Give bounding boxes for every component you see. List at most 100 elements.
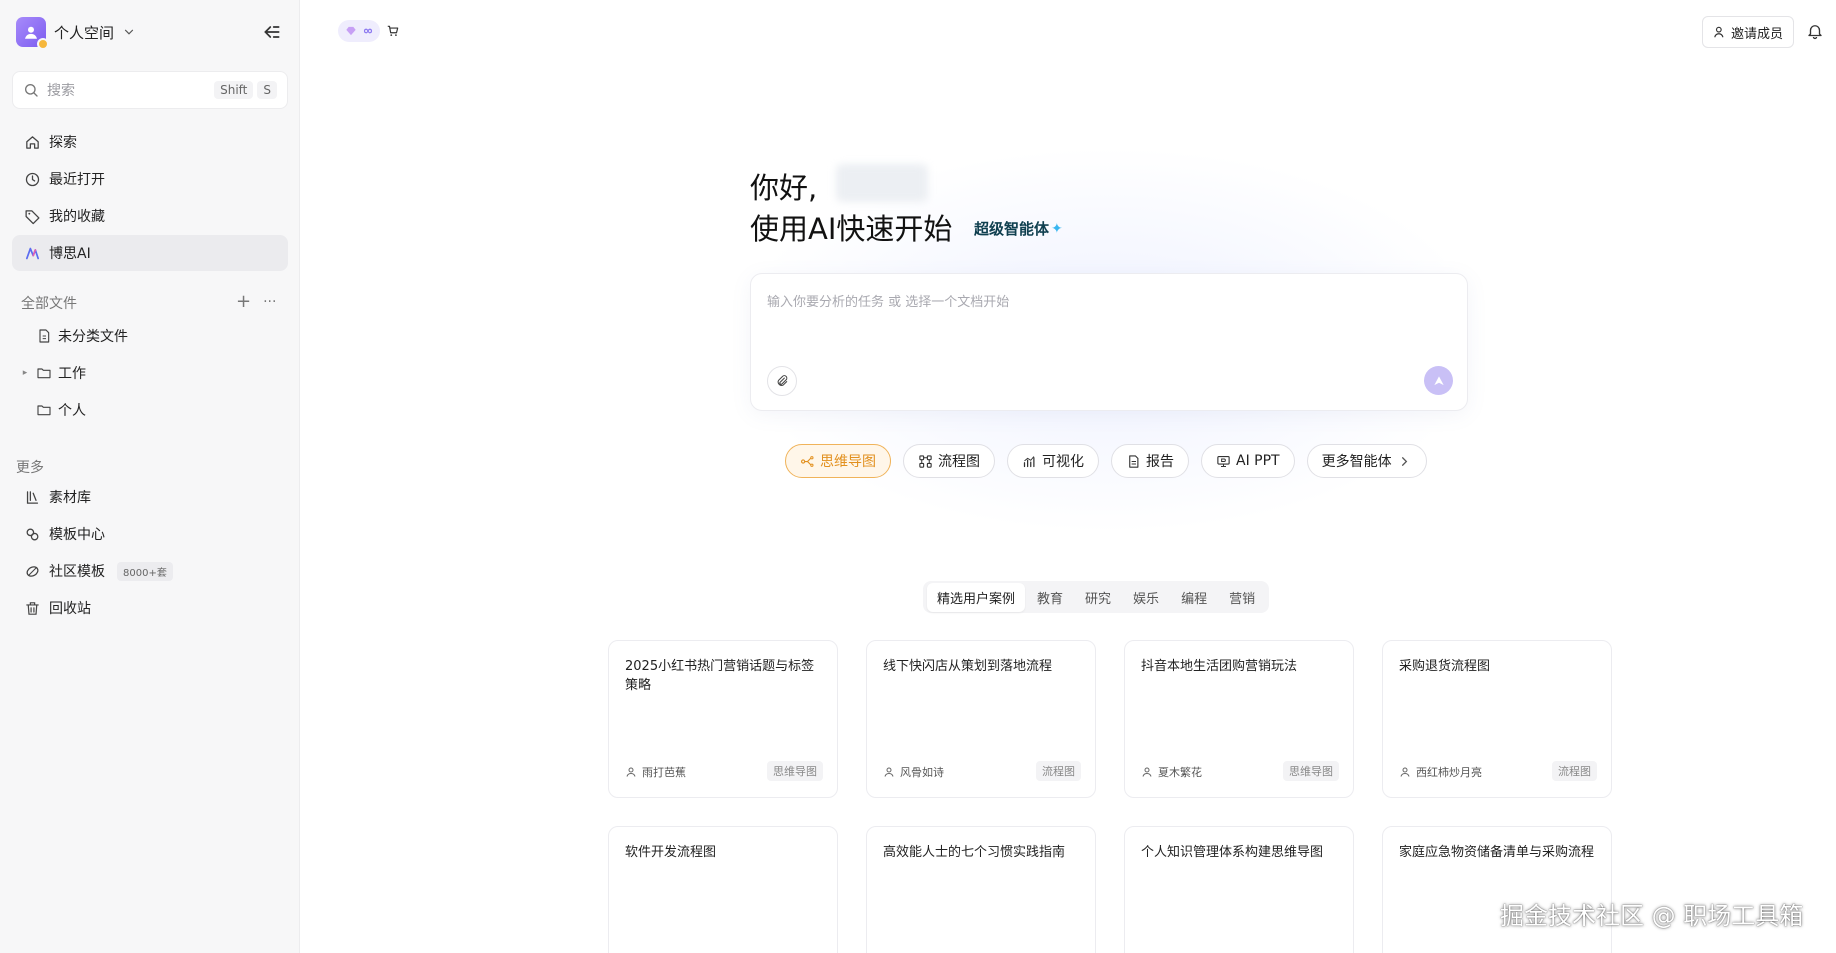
user-icon bbox=[626, 767, 636, 777]
library-icon bbox=[26, 490, 39, 504]
tab-programming[interactable]: 编程 bbox=[1171, 583, 1217, 612]
sidebar-item-label: 最近打开 bbox=[49, 172, 105, 188]
ai-task-input[interactable]: 输入你要分析的任务 或 选择一个文档开始 bbox=[750, 273, 1468, 411]
case-card[interactable]: 采购退货流程图 西红柿炒月亮 流程图 bbox=[1382, 640, 1612, 798]
chevron-right-icon bbox=[1401, 456, 1407, 466]
watermark: 掘金技术社区 @ 职场工具箱 bbox=[1500, 902, 1804, 930]
sidebar-item-label: 模板中心 bbox=[49, 527, 105, 543]
super-agent-label: 超级智能体 bbox=[974, 220, 1050, 238]
sidebar-item-label: 回收站 bbox=[49, 601, 91, 617]
files-section-actions: + ··· bbox=[236, 291, 276, 312]
folder-item-work[interactable]: ▸ 工作 bbox=[20, 356, 86, 390]
boardmix-ai-icon bbox=[25, 247, 40, 259]
chip-flowchart[interactable]: 流程图 bbox=[903, 444, 995, 478]
attach-button[interactable] bbox=[767, 366, 797, 396]
mindmap-icon bbox=[801, 455, 814, 467]
chip-label: 流程图 bbox=[938, 454, 980, 470]
gem-icon bbox=[345, 26, 356, 36]
sidebar-item-library[interactable]: 素材库 bbox=[12, 479, 288, 515]
sidebar-item-explore[interactable]: 探索 bbox=[12, 124, 288, 160]
notification-bell-icon[interactable] bbox=[1806, 22, 1824, 40]
shortcut-key-s: S bbox=[257, 81, 277, 99]
sidebar-item-boardmix-ai[interactable]: 博思AI bbox=[12, 235, 288, 271]
tab-marketing[interactable]: 营销 bbox=[1219, 583, 1265, 612]
case-card-type: 流程图 bbox=[1552, 761, 1597, 781]
chip-label: AI PPT bbox=[1236, 453, 1280, 469]
chip-ai-ppt[interactable]: AI PPT bbox=[1201, 444, 1295, 478]
sidebar-item-label: 我的收藏 bbox=[49, 209, 105, 225]
chip-label: 报告 bbox=[1146, 454, 1174, 470]
case-card[interactable]: 2025小红书热门营销话题与标签策略 雨打芭蕉 思维导图 bbox=[608, 640, 838, 798]
membership-pill[interactable] bbox=[338, 20, 380, 42]
infinity-icon bbox=[363, 28, 372, 34]
top-icons bbox=[338, 20, 400, 42]
author-name: 夏木繁花 bbox=[1158, 766, 1202, 779]
community-icon bbox=[26, 565, 39, 577]
case-category-tabs: 精选用户案例 教育 研究 娱乐 编程 营销 bbox=[923, 581, 1270, 613]
more-section-title: 更多 bbox=[16, 460, 44, 476]
case-card[interactable]: 家庭应急物资储备清单与采购流程 bbox=[1382, 826, 1612, 953]
tag-icon bbox=[25, 209, 40, 224]
chip-report[interactable]: 报告 bbox=[1111, 444, 1189, 478]
case-card-author: 雨打芭蕉 bbox=[625, 764, 686, 780]
file-item-label: 未分类文件 bbox=[58, 329, 128, 345]
file-icon bbox=[39, 329, 50, 343]
sidebar-item-community-templates[interactable]: 社区模板 8000+套 bbox=[12, 553, 288, 589]
case-card[interactable]: 个人知识管理体系构建思维导图 bbox=[1124, 826, 1354, 953]
workspace-avatar bbox=[16, 17, 49, 50]
folder-item-personal[interactable]: 个人 bbox=[20, 393, 86, 427]
more-options-icon[interactable]: ··· bbox=[263, 294, 276, 312]
file-item-uncategorized[interactable]: 未分类文件 bbox=[20, 319, 128, 353]
sidebar-item-template-center[interactable]: 模板中心 bbox=[12, 516, 288, 552]
case-card-title: 抖音本地生活团购营销玩法 bbox=[1141, 659, 1298, 674]
tab-entertainment[interactable]: 娱乐 bbox=[1123, 583, 1169, 612]
author-name: 风骨如诗 bbox=[900, 766, 944, 779]
files-section-title: 全部文件 bbox=[21, 296, 77, 312]
case-card-type: 思维导图 bbox=[767, 761, 823, 781]
search-placeholder: 搜索 bbox=[47, 83, 75, 99]
tab-research[interactable]: 研究 bbox=[1075, 583, 1121, 612]
case-card-title: 个人知识管理体系构建思维导图 bbox=[1141, 845, 1324, 860]
case-card[interactable]: 高效能人士的七个习惯实践指南 bbox=[866, 826, 1096, 953]
sidebar-item-label: 博思AI bbox=[49, 246, 91, 262]
trash-icon bbox=[26, 601, 39, 615]
super-agent-tag[interactable]: 超级智能体 ✦ bbox=[974, 218, 1063, 239]
author-name: 西红柿炒月亮 bbox=[1416, 766, 1482, 779]
sidebar-item-trash[interactable]: 回收站 bbox=[12, 590, 288, 626]
tab-education[interactable]: 教育 bbox=[1027, 583, 1073, 612]
chip-visualization[interactable]: 可视化 bbox=[1007, 444, 1099, 478]
sidebar-item-recent[interactable]: 最近打开 bbox=[12, 161, 288, 197]
sidebar: 个人空间 搜索 Shift S 探索 最近打开 我的收藏 博思AI 全部文件 +… bbox=[0, 0, 300, 953]
add-file-icon[interactable]: + bbox=[236, 291, 251, 312]
send-button[interactable] bbox=[1424, 366, 1453, 395]
case-card-title: 2025小红书热门营销话题与标签策略 bbox=[625, 659, 815, 693]
sparkle-icon: ✦ bbox=[1051, 220, 1063, 237]
case-card[interactable]: 线下快闪店从策划到落地流程 风骨如诗 流程图 bbox=[866, 640, 1096, 798]
quick-start-chips: 思维导图 流程图 可视化 报告 AI PPT 更多智能体 bbox=[785, 444, 1427, 478]
case-card-title: 家庭应急物资储备清单与采购流程 bbox=[1399, 845, 1595, 860]
expand-caret-icon[interactable]: ▸ bbox=[20, 368, 30, 378]
case-card[interactable]: 软件开发流程图 bbox=[608, 826, 838, 953]
search-icon bbox=[25, 84, 38, 97]
task-input-placeholder: 输入你要分析的任务 或 选择一个文档开始 bbox=[767, 295, 1010, 310]
chip-mindmap[interactable]: 思维导图 bbox=[785, 444, 891, 478]
search-input[interactable]: 搜索 Shift S bbox=[12, 71, 288, 109]
cart-icon[interactable] bbox=[386, 24, 400, 38]
workspace-switcher[interactable]: 个人空间 bbox=[16, 16, 136, 50]
tab-featured[interactable]: 精选用户案例 bbox=[927, 582, 1026, 612]
paperclip-icon bbox=[777, 375, 788, 386]
case-card-type: 思维导图 bbox=[1283, 761, 1339, 781]
collapse-sidebar-icon[interactable] bbox=[262, 22, 282, 42]
chip-label: 可视化 bbox=[1042, 454, 1084, 470]
case-card-author: 风骨如诗 bbox=[883, 764, 944, 780]
chip-more-agents[interactable]: 更多智能体 bbox=[1306, 444, 1427, 478]
case-card[interactable]: 抖音本地生活团购营销玩法 夏木繁花 思维导图 bbox=[1124, 640, 1354, 798]
folder-icon bbox=[37, 368, 51, 379]
case-card-author: 夏木繁花 bbox=[1141, 764, 1202, 780]
invite-members-button[interactable]: 邀请成员 bbox=[1702, 16, 1795, 48]
blurred-username bbox=[836, 164, 928, 202]
sidebar-item-favorites[interactable]: 我的收藏 bbox=[12, 198, 288, 234]
case-card-title: 软件开发流程图 bbox=[625, 845, 717, 860]
case-card-type: 流程图 bbox=[1036, 761, 1081, 781]
user-icon bbox=[25, 26, 37, 39]
